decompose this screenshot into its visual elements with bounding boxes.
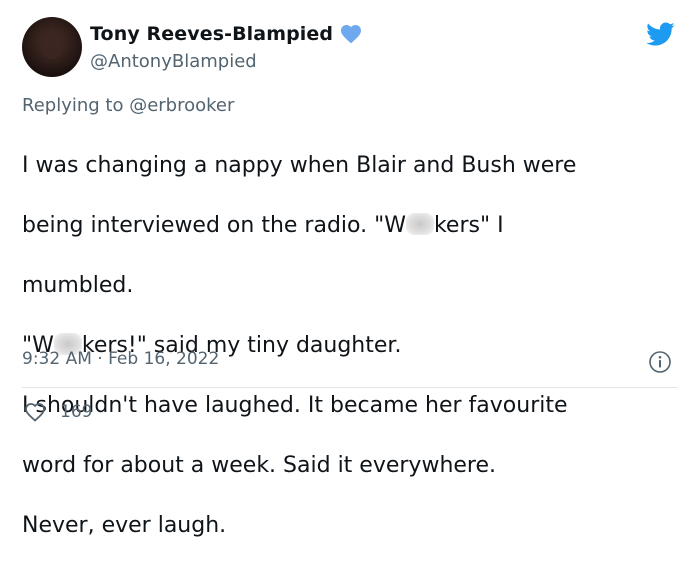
tweet-body-line: Never, ever laugh. xyxy=(22,513,227,538)
tweet-body-fragment: kers" I xyxy=(433,213,504,238)
tweet-timestamp[interactable]: 9:32 AM · Feb 16, 2022 xyxy=(22,349,219,369)
author-name-row: Tony Reeves-Blampied xyxy=(90,22,363,46)
tweet-body-line: being interviewed on the radio. "W kers" … xyxy=(22,211,682,241)
tweet-body-line: word for about a week. Said it everywher… xyxy=(22,453,497,478)
tweet-body-line: I was changing a nappy when Blair and Bu… xyxy=(22,153,577,178)
author-handle[interactable]: @AntonyBlampied xyxy=(90,51,257,72)
info-icon[interactable] xyxy=(648,350,672,374)
censor-blur xyxy=(405,213,434,235)
verified-badge-icon xyxy=(341,25,362,44)
twitter-bird-icon[interactable] xyxy=(643,19,677,49)
avatar[interactable] xyxy=(22,17,82,77)
tweet-body-line: I shouldn't have laughed. It became her … xyxy=(22,393,568,418)
avatar-photo xyxy=(42,31,62,59)
divider xyxy=(22,387,678,388)
replying-to: Replying to @erbrooker xyxy=(22,95,234,116)
tweet-card: Tony Reeves-Blampied @AntonyBlampied Rep… xyxy=(0,0,700,538)
reply-mention-link[interactable]: @erbrooker xyxy=(129,95,234,116)
heart-icon[interactable] xyxy=(22,400,48,424)
author-display-name[interactable]: Tony Reeves-Blampied xyxy=(90,23,333,45)
tweet-body-fragment: being interviewed on the radio. "W xyxy=(22,213,406,238)
like-count: 169 xyxy=(60,402,93,422)
like-action[interactable]: 169 xyxy=(22,400,92,424)
tweet-body: I was changing a nappy when Blair and Bu… xyxy=(22,121,682,571)
replying-to-prefix: Replying to xyxy=(22,95,130,116)
tweet-body-line: mumbled. xyxy=(22,273,134,298)
